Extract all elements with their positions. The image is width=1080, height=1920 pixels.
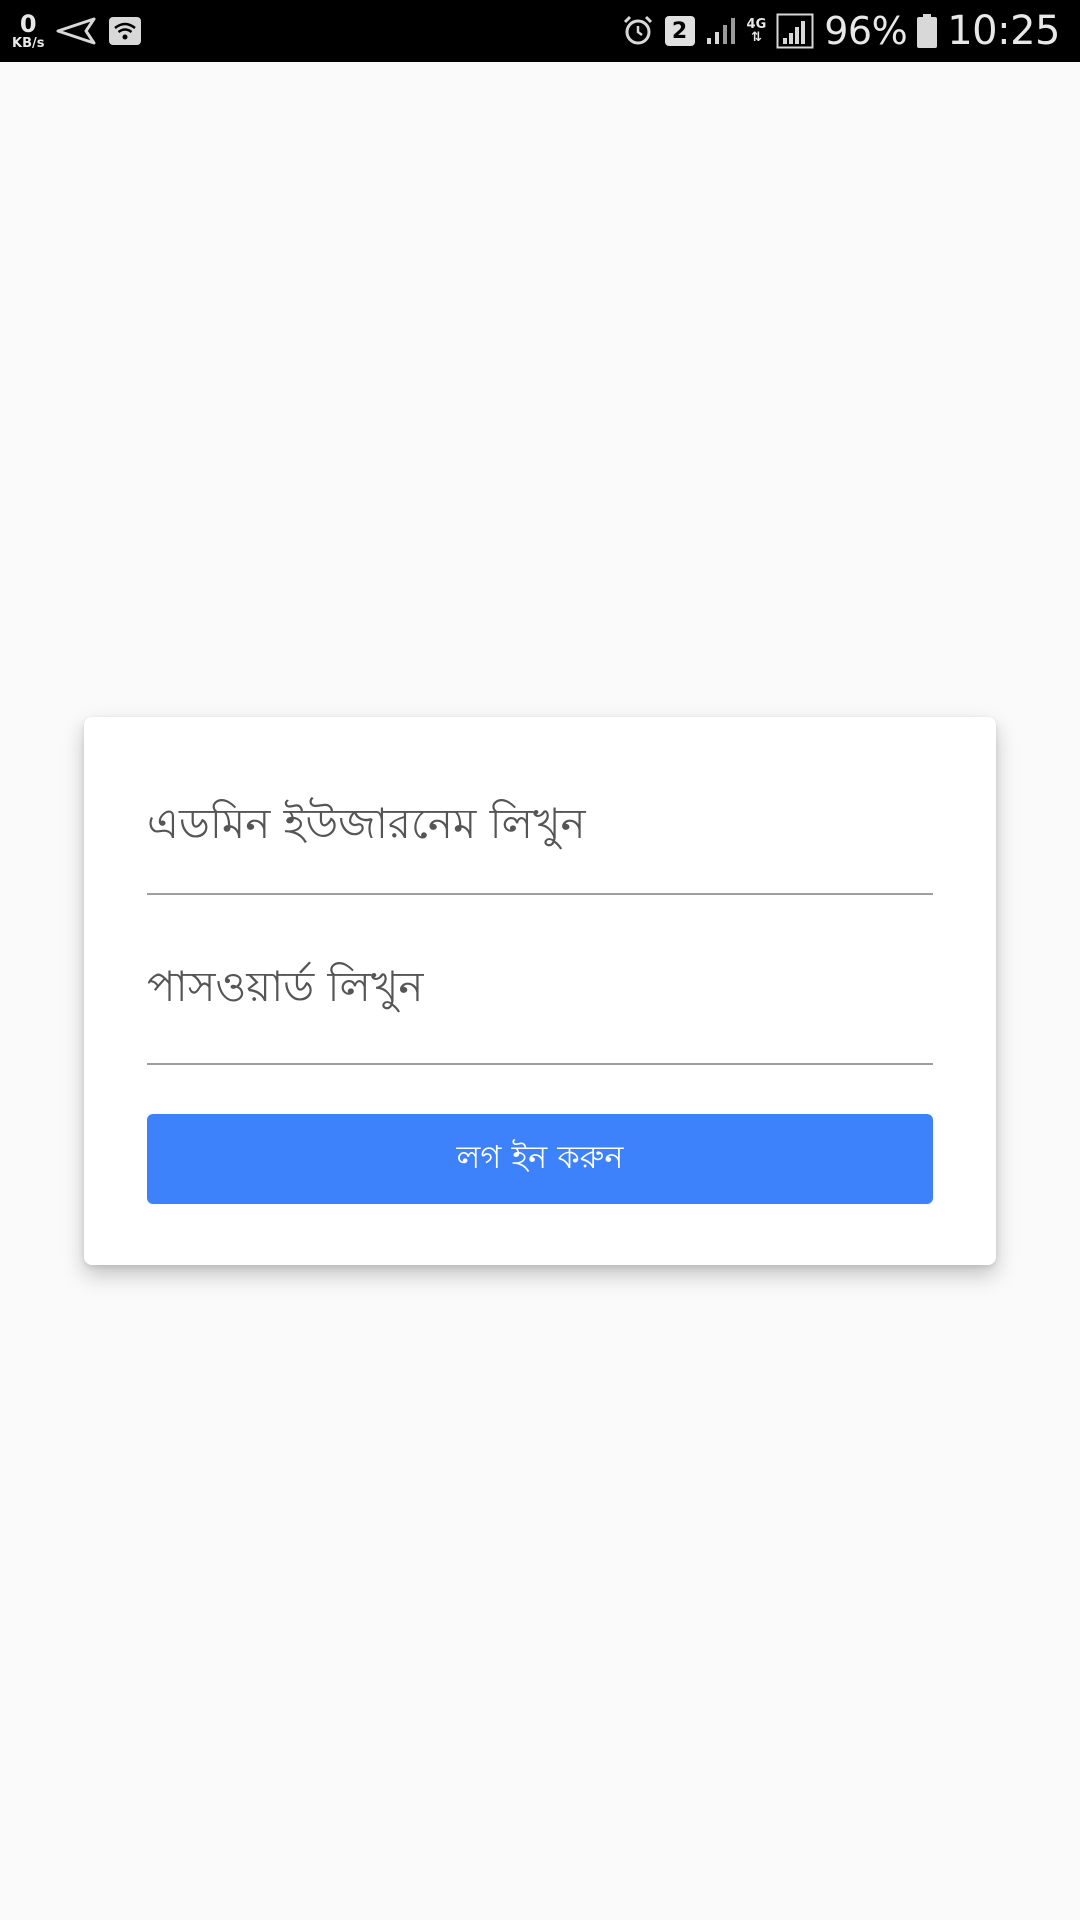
network-type-indicator: 4G ⇅ xyxy=(747,18,767,44)
battery-percentage: 96% xyxy=(824,9,908,53)
network-speed-indicator: 0 KB/s xyxy=(12,12,44,50)
alarm-icon xyxy=(621,14,655,48)
signal-icon xyxy=(776,13,814,49)
status-bar-clock: 10:25 xyxy=(947,8,1060,54)
send-icon xyxy=(56,16,96,46)
status-bar-right: 2 4G ⇅ 96% 10:25 xyxy=(621,0,1060,62)
login-card: লগ ইন করুন xyxy=(84,717,996,1265)
login-screen: 0 KB/s 2 4G ⇅ 96% 10:25 এডমিন ইউজারনেম ল… xyxy=(0,0,1080,1920)
username-input[interactable] xyxy=(147,767,933,879)
battery-icon xyxy=(917,14,938,48)
signal-icon xyxy=(705,16,737,46)
password-input[interactable] xyxy=(147,927,933,1045)
sim-slot-badge: 2 xyxy=(664,16,695,46)
status-bar-left: 0 KB/s xyxy=(12,0,142,62)
username-field xyxy=(147,767,933,895)
network-speed-unit: KB/s xyxy=(12,36,45,51)
network-speed-value: 0 xyxy=(19,10,37,38)
status-bar: 0 KB/s 2 4G ⇅ 96% 10:25 xyxy=(0,0,1080,62)
login-button[interactable]: লগ ইন করুন xyxy=(147,1114,933,1204)
wifi-icon xyxy=(108,16,142,46)
data-arrows-icon: ⇅ xyxy=(750,30,762,45)
password-field xyxy=(147,927,933,1065)
